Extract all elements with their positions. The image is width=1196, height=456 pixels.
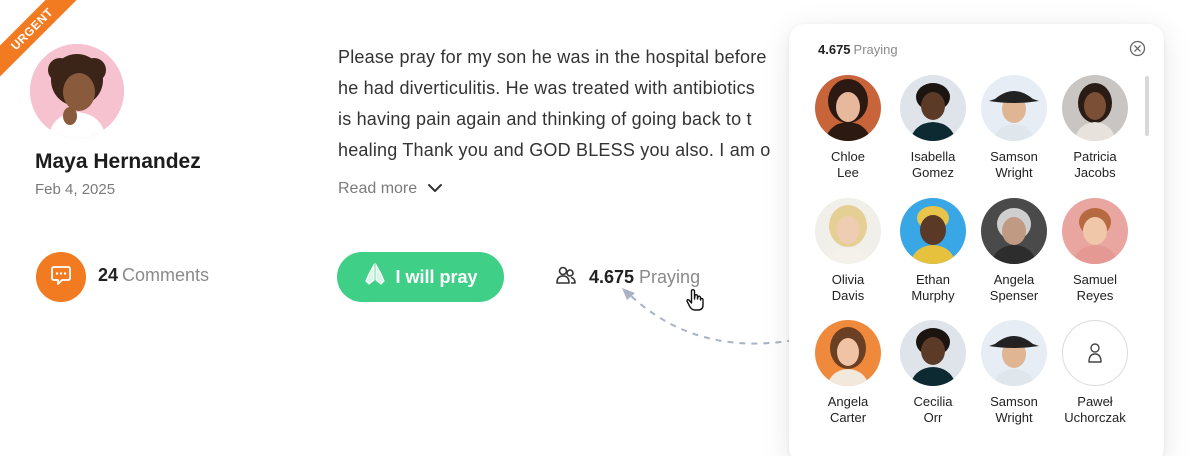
person-card[interactable]: Patricia Jacobs [1055, 75, 1135, 181]
close-icon[interactable] [1129, 40, 1146, 57]
person-name: Angela Carter [827, 394, 869, 425]
person-card[interactable]: Samson Wright [974, 75, 1054, 181]
praying-panel: 4.675 Praying Chloe Lee Isabella Gomez Sams… [789, 24, 1164, 456]
person-name: Ethan Murphy [911, 272, 955, 303]
person-name: Samson Wright [990, 149, 1038, 180]
person-avatar [900, 320, 966, 386]
person-avatar [981, 198, 1047, 264]
person-avatar [1062, 198, 1128, 264]
person-card[interactable]: Samson Wright [974, 320, 1054, 426]
person-name: Samson Wright [990, 394, 1038, 425]
person-avatar [981, 75, 1047, 141]
person-card[interactable]: Isabella Gomez [893, 75, 973, 181]
person-name: Samuel Reyes [1072, 272, 1118, 303]
person-avatar [815, 75, 881, 141]
person-card[interactable]: Paweł Uchorczak [1055, 320, 1135, 426]
person-card[interactable]: Cecilia Orr [893, 320, 973, 426]
hand-cursor-icon [685, 288, 707, 317]
panel-label: Praying [853, 42, 898, 57]
person-avatar [1062, 75, 1128, 141]
person-placeholder-icon [1062, 320, 1128, 386]
person-avatar [981, 320, 1047, 386]
person-name: Olivia Davis [831, 272, 865, 303]
person-avatar [815, 198, 881, 264]
person-name: Chloe Lee [831, 149, 865, 180]
person-name: Angela Spenser [989, 272, 1039, 303]
person-card[interactable]: Ethan Murphy [893, 198, 973, 304]
person-avatar [900, 75, 966, 141]
person-card[interactable]: Angela Spenser [974, 198, 1054, 304]
person-avatar [815, 320, 881, 386]
person-name: Paweł Uchorczak [1064, 394, 1126, 425]
person-name: Isabella Gomez [910, 149, 956, 180]
person-avatar [900, 198, 966, 264]
person-card[interactable]: Olivia Davis [808, 198, 888, 304]
person-name: Patricia Jacobs [1073, 149, 1117, 180]
person-card[interactable]: Chloe Lee [808, 75, 888, 181]
panel-count: 4.675 [818, 42, 851, 57]
panel-scrollbar[interactable] [1145, 76, 1149, 136]
panel-header: 4.675 Praying [818, 42, 898, 57]
person-card[interactable]: Samuel Reyes [1055, 198, 1135, 304]
person-card[interactable]: Angela Carter [808, 320, 888, 426]
person-name: Cecilia Orr [913, 394, 953, 425]
